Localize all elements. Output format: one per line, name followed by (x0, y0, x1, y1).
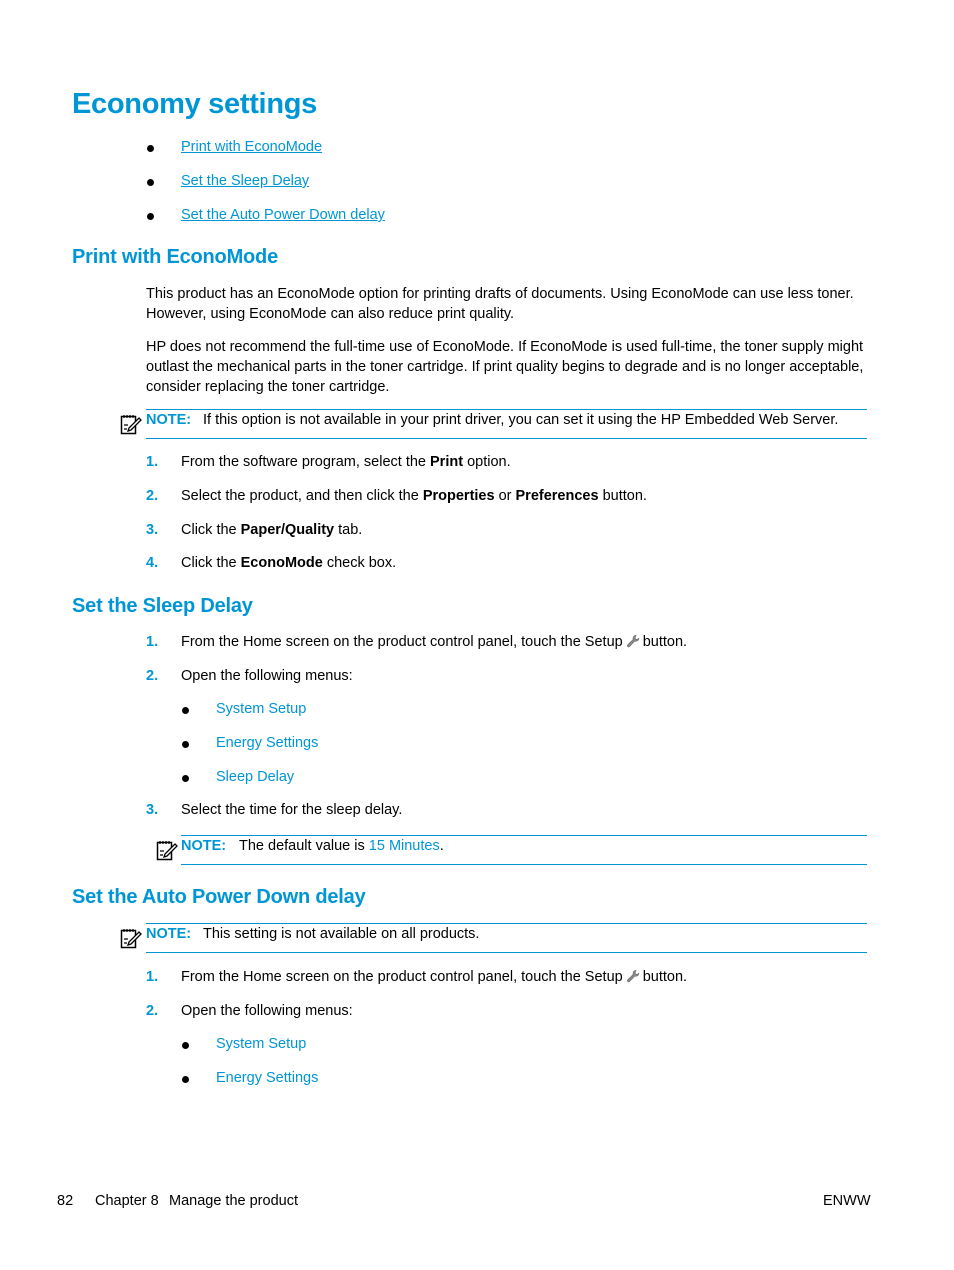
step-number: 1. (146, 454, 159, 470)
footer-chapter-title: Manage the product (169, 1193, 298, 1209)
section-heading-apd: Set the Auto Power Down delay (72, 886, 366, 908)
step-number: 3. (146, 802, 159, 818)
note-label: NOTE: (181, 838, 227, 854)
step-text: Click the EconoMode check box. (181, 555, 397, 571)
note-icon (156, 839, 178, 861)
menu-item: System Setup (216, 1036, 307, 1052)
step-text: From the Home screen on the product cont… (181, 969, 688, 985)
page-number: 82 (57, 1193, 74, 1209)
bullet (182, 741, 189, 748)
note-label: NOTE: (146, 412, 192, 428)
bullet (182, 707, 189, 714)
note-icon (120, 927, 142, 949)
note-text: If this option is not available in your … (203, 412, 839, 428)
note-text: The default value is 15 Minutes. (239, 838, 444, 854)
toc-link-apd[interactable]: Set the Auto Power Down delay (181, 207, 385, 223)
section-heading-sleep: Set the Sleep Delay (72, 595, 253, 617)
bullet (182, 1042, 189, 1049)
step-number: 3. (146, 522, 159, 538)
step-number: 1. (146, 969, 159, 985)
bullet (182, 775, 189, 782)
note-icon (120, 413, 142, 435)
toc-link-econo[interactable]: Print with EconoMode (181, 139, 322, 155)
econo-note: NOTE: If this option is not available in… (146, 409, 867, 439)
step-text: Open the following menus: (181, 1003, 353, 1019)
note-label: NOTE: (146, 926, 192, 942)
step-text: Select the product, and then click the P… (181, 488, 647, 504)
step-text: Click the Paper/Quality tab. (181, 522, 363, 538)
step-text: Select the time for the sleep delay. (181, 802, 403, 818)
menu-item: System Setup (216, 701, 307, 717)
note-text: This setting is not available on all pro… (203, 926, 480, 942)
step-text: Open the following menus: (181, 668, 353, 684)
footer-chapter: Chapter 8 (95, 1193, 159, 1209)
step-number: 1. (146, 634, 159, 650)
page-title: Economy settings (72, 88, 317, 120)
econo-paragraph-2: HP does not recommend the full-time use … (146, 339, 864, 395)
sleep-note: NOTE: The default value is 15 Minutes. (181, 835, 867, 865)
menu-item: Sleep Delay (216, 769, 295, 785)
step-text: From the Home screen on the product cont… (181, 634, 688, 650)
step-number: 2. (146, 488, 159, 504)
bullet (147, 179, 154, 186)
step-number: 4. (146, 555, 159, 571)
apd-note: NOTE: This setting is not available on a… (146, 923, 867, 953)
bullet (147, 213, 154, 220)
step-number: 2. (146, 668, 159, 684)
bullet (182, 1076, 189, 1083)
step-number: 2. (146, 1003, 159, 1019)
section-heading-econo: Print with EconoMode (72, 246, 278, 268)
step-text: From the software program, select the Pr… (181, 454, 511, 470)
econo-paragraph-1: This product has an EconoMode option for… (146, 286, 854, 322)
toc-link-sleep[interactable]: Set the Sleep Delay (181, 173, 309, 189)
wrench-icon (625, 634, 641, 648)
menu-item: Energy Settings (216, 1070, 319, 1086)
wrench-icon (625, 969, 641, 983)
menu-item: Energy Settings (216, 735, 319, 751)
bullet (147, 145, 154, 152)
footer-locale: ENWW (823, 1193, 871, 1209)
